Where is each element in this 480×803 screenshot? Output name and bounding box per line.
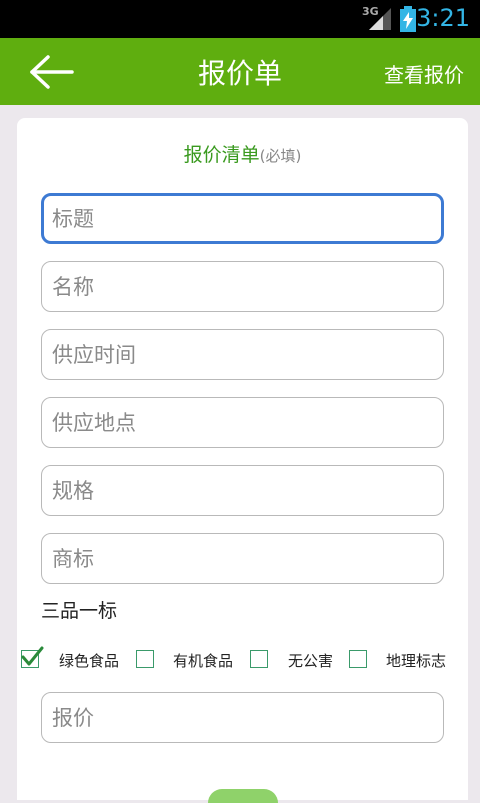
app-bar: 报价单 查看报价 <box>0 38 480 105</box>
supply-location-field[interactable] <box>41 397 444 448</box>
checkmark-icon <box>21 646 44 666</box>
name-input[interactable] <box>42 262 443 311</box>
form-heading-required-note: (必填) <box>259 147 302 165</box>
organic-food-label[interactable]: 有机食品 <box>173 650 233 671</box>
form-heading-title: 报价清单 <box>183 144 260 166</box>
supply-time-field[interactable] <box>41 329 444 380</box>
certification-label: 三品一标 <box>41 600 118 622</box>
clock: 3:21 <box>416 4 470 32</box>
supply-location-input[interactable] <box>42 398 443 447</box>
trademark-input[interactable] <box>42 534 443 583</box>
title-field[interactable] <box>41 193 444 244</box>
pollution-free-label[interactable]: 无公害 <box>288 650 333 671</box>
supply-time-input[interactable] <box>42 330 443 379</box>
organic-food-checkbox[interactable] <box>136 650 154 668</box>
geographic-indication-checkbox[interactable] <box>349 650 367 668</box>
specification-field[interactable] <box>41 465 444 516</box>
name-field[interactable] <box>41 261 444 312</box>
battery-charging-icon <box>400 6 416 32</box>
trademark-field[interactable] <box>41 533 444 584</box>
quote-form-card: 报价清单(必填) 三品一标 绿色食品 有机食品 无公害 地理标志 <box>17 118 468 803</box>
status-bar: 3G 3:21 <box>0 0 480 38</box>
pollution-free-checkbox[interactable] <box>250 650 268 668</box>
certification-checkbox-row: 绿色食品 有机食品 无公害 地理标志 <box>21 646 461 672</box>
price-field[interactable] <box>41 692 444 743</box>
form-heading: 报价清单(必填) <box>17 140 468 167</box>
view-quote-button[interactable]: 查看报价 <box>384 59 464 88</box>
green-food-checkbox[interactable] <box>21 646 44 668</box>
price-input[interactable] <box>42 693 443 742</box>
signal-icon <box>369 8 391 30</box>
geographic-indication-label[interactable]: 地理标志 <box>386 650 446 671</box>
specification-input[interactable] <box>42 466 443 515</box>
green-food-label[interactable]: 绿色食品 <box>59 650 119 671</box>
submit-button[interactable] <box>208 789 278 803</box>
title-input[interactable] <box>44 196 441 241</box>
